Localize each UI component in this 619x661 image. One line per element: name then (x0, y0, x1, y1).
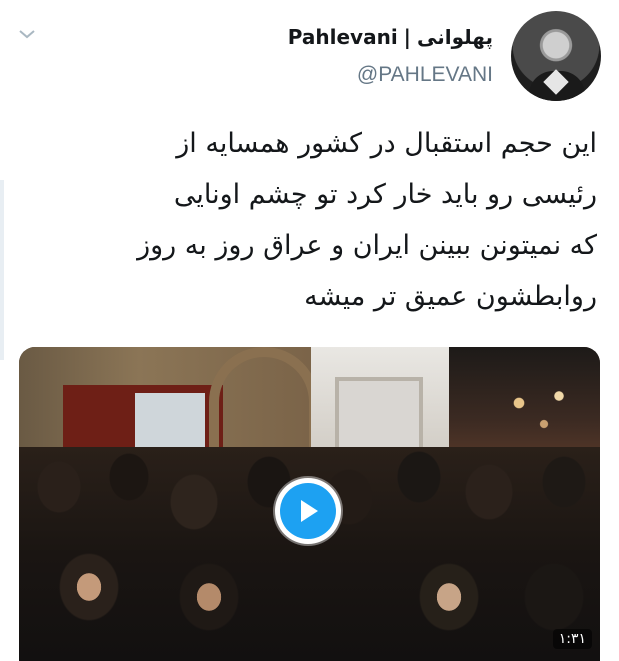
author-names[interactable]: پهلوانی|Pahlevani @PAHLEVANI (288, 25, 493, 87)
name-separator: | (403, 25, 411, 49)
display-name[interactable]: پهلوانی|Pahlevani (288, 25, 493, 49)
play-button[interactable] (275, 478, 341, 544)
display-name-fa: پهلوانی (416, 25, 493, 49)
display-name-en: Pahlevani (287, 25, 398, 49)
tweet-text-line: رئیسی رو باید خار کرد تو چشم اونایی (173, 179, 597, 210)
left-edge-strip (0, 180, 4, 360)
tweet-text-line: روابطشون عمیق تر میشه (304, 281, 597, 312)
avatar[interactable] (511, 11, 601, 101)
user-handle[interactable]: @PAHLEVANI (288, 63, 493, 87)
tweet-header: پهلوانی|Pahlevani @PAHLEVANI (288, 10, 601, 102)
tweet-text: این حجم استقبال در کشور همسایه از رئیسی … (22, 118, 597, 322)
play-icon (301, 500, 318, 522)
tweet-text-line: که نمیتونن ببینن ایران و عراق روز به روز (137, 230, 597, 261)
video-thumbnail[interactable]: ۱:۳۱ (19, 347, 600, 661)
tweet-text-line: این حجم استقبال در کشور همسایه از (176, 128, 597, 159)
video-duration: ۱:۳۱ (552, 629, 592, 649)
chevron-down-icon[interactable] (16, 26, 38, 42)
